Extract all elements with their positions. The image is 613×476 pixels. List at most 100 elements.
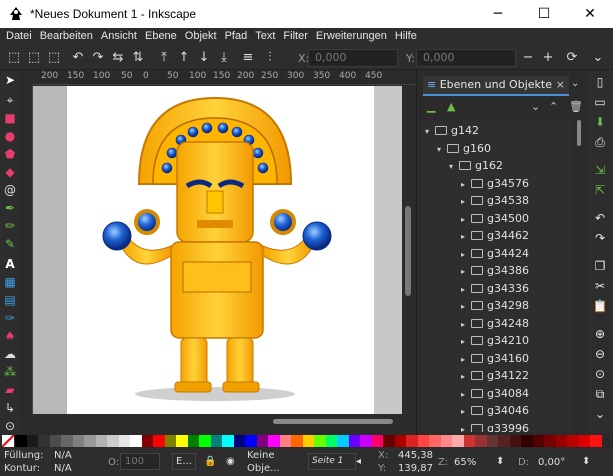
export-icon[interactable]: ⇱ [592,182,608,198]
layer-selector[interactable]: E... [172,453,196,470]
expand-right-icon[interactable]: ▸ [461,193,471,210]
menu-text[interactable]: Text [251,28,279,46]
dropper-tool-icon[interactable]: ✑ [2,310,18,326]
raise-icon[interactable]: ↑ [176,50,192,66]
color-swatch[interactable] [417,435,429,447]
opacity-input[interactable]: 100 [120,453,160,470]
maximize-button[interactable]: ☐ [521,0,567,28]
color-swatch[interactable] [141,435,153,447]
expand-down-icon[interactable]: ▾ [437,141,447,158]
tree-row[interactable]: ▸ g34210 [461,332,529,349]
select-all-layers-icon[interactable]: ⬚ [26,50,42,66]
horizontal-ruler[interactable]: 200 150 100 50 0 50 100 150 200 250 300 … [33,70,416,85]
color-swatch[interactable] [130,435,142,447]
tree-row[interactable]: ▾ g142 [425,122,479,139]
color-swatch[interactable] [452,435,464,447]
move-down-icon[interactable]: ⌄ [531,100,540,113]
tree-row[interactable]: ▸ g34248 [461,315,529,332]
paste-icon[interactable]: 📋 [592,298,608,314]
color-swatch[interactable] [245,435,257,447]
color-swatch[interactable] [371,435,383,447]
measure-tool-icon[interactable]: ⊙ [2,418,18,434]
color-swatch[interactable] [383,435,395,447]
expand-down-icon[interactable]: ▾ [425,123,435,140]
rotation-value[interactable]: 0,00° [538,457,565,468]
tree-row[interactable]: ▸ g34462 [461,227,529,244]
tree-row[interactable]: ▸ g34046 [461,402,529,419]
color-swatch[interactable] [406,435,418,447]
canvas-vertical-scrollbar[interactable] [402,86,416,414]
no-paint-swatch[interactable] [1,434,15,448]
page-prev-icon[interactable]: ◂ [356,456,361,467]
zoom-value[interactable]: 65% [454,457,476,468]
vertical-ruler[interactable] [20,85,33,415]
expand-right-icon[interactable]: ▸ [461,211,471,228]
color-swatch[interactable] [394,435,406,447]
color-swatch[interactable] [348,435,360,447]
undo-icon[interactable]: ↶ [592,210,608,226]
connector-tool-icon[interactable]: ↳ [2,400,18,416]
menu-ansicht[interactable]: Ansicht [97,28,141,46]
paint-bucket-tool-icon[interactable]: ♠ [2,328,18,344]
color-swatch[interactable] [475,435,487,447]
color-swatch[interactable] [84,435,96,447]
color-swatch[interactable] [15,435,27,447]
y-minus-icon[interactable]: − [520,50,536,66]
color-swatch[interactable] [26,435,38,447]
color-swatch[interactable] [590,435,602,447]
align-icon[interactable]: ≡ [240,50,256,66]
expand-right-icon[interactable]: ▸ [461,351,471,368]
color-swatch[interactable] [325,435,337,447]
tree-row[interactable]: ▾ g162 [449,157,503,174]
color-swatch[interactable] [314,435,326,447]
tree-row[interactable]: ▸ g33996 [461,420,529,432]
copy-icon[interactable]: ❐ [592,258,608,274]
text-tool-icon[interactable]: A [2,256,18,272]
color-swatch[interactable] [199,435,211,447]
color-swatch[interactable] [153,435,165,447]
color-swatch[interactable] [463,435,475,447]
tree-row[interactable]: ▸ g34122 [461,367,529,384]
color-swatch[interactable] [187,435,199,447]
object-tree[interactable]: ▾ g142 ▾ g160 ▾ g162 ▸ g34576 ▸ g34538 ▸ g34500 ▸ g34… [421,120,573,432]
eraser-tool-icon[interactable]: ▰ [2,382,18,398]
tree-row[interactable]: ▸ g34576 [461,175,529,192]
color-swatch[interactable] [233,435,245,447]
menu-datei[interactable]: Datei [2,28,36,46]
chevron-down-icon[interactable]: ⌄ [590,50,606,66]
pencil-tool-icon[interactable]: ✏ [2,218,18,234]
color-swatch[interactable] [429,435,441,447]
move-up-icon[interactable]: ⌃ [549,100,558,113]
tree-row[interactable]: ▸ g34386 [461,262,529,279]
golden-idol-artwork[interactable] [67,86,374,414]
color-swatch[interactable] [544,435,556,447]
canvas-horizontal-scrollbar[interactable] [33,414,416,428]
tree-row[interactable]: ▸ g34538 [461,192,529,209]
chevron-down-icon[interactable]: ⌄ [571,78,579,89]
menu-objekt[interactable]: Objekt [181,28,221,46]
spray-tool-icon[interactable]: ⁂ [2,364,18,380]
lower-icon[interactable]: ↓ [196,50,212,66]
color-swatch[interactable] [302,435,314,447]
color-swatch[interactable] [49,435,61,447]
color-swatch[interactable] [176,435,188,447]
menu-bearbeiten[interactable]: Bearbeiten [36,28,97,46]
mesh-tool-icon[interactable]: ▤ [2,292,18,308]
color-swatch[interactable] [578,435,590,447]
distribute-icon[interactable]: ⫶ [262,50,278,66]
scroll-thumb[interactable] [577,120,581,146]
open-icon[interactable]: ▭ [592,94,608,110]
page-selector[interactable]: Seite 1 [308,453,356,470]
menu-ebene[interactable]: Ebene [141,28,181,46]
expand-right-icon[interactable]: ▸ [461,368,471,385]
color-swatch[interactable] [279,435,291,447]
tree-row[interactable]: ▸ g34298 [461,297,529,314]
expand-right-icon[interactable]: ▸ [461,246,471,263]
lower-to-bottom-icon[interactable]: ⤓ [216,50,232,66]
add-sublayer-icon[interactable]: ▲ [447,100,455,113]
tree-row[interactable]: ▸ g34084 [461,385,529,402]
expand-right-icon[interactable]: ▸ [461,281,471,298]
save-icon[interactable]: ⬇ [592,114,608,130]
zoom-page-icon[interactable]: ⊙ [592,366,608,382]
snap-toggle-icon[interactable]: ⟳ [564,50,580,66]
